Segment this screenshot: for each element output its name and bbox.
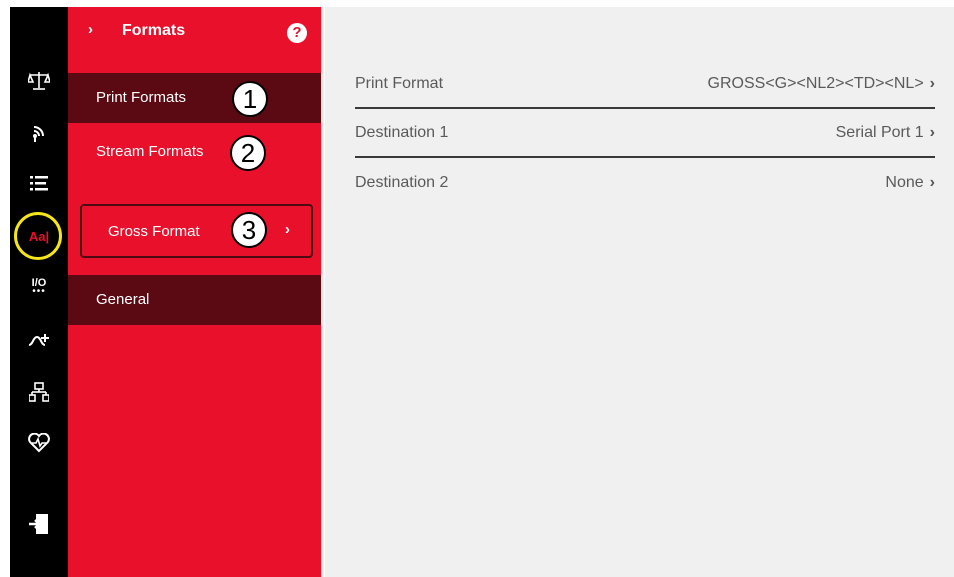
setting-value: GROSS<G><NL2><TD><NL> ›	[708, 75, 935, 93]
setting-row-print-format[interactable]: Print Format GROSS<G><NL2><TD><NL> ›	[355, 59, 935, 109]
scale-icon[interactable]	[10, 63, 68, 99]
callout-badge-3: 3	[231, 212, 267, 248]
callout-badge-1: 1	[232, 81, 268, 117]
menu-item-print-formats[interactable]: Print Formats	[68, 73, 321, 123]
menu-item-label: Gross Format	[108, 223, 200, 240]
io-icon[interactable]: I/O •••	[10, 269, 68, 305]
setting-value: Serial Port 1 ›	[836, 124, 935, 142]
setting-label: Print Format	[355, 75, 444, 92]
callout-badge-2: 2	[230, 135, 266, 171]
formats-icon[interactable]: Aa|	[10, 218, 68, 254]
app-window: Aa| I/O ••• › Formats ? Print Formats 1	[0, 0, 954, 577]
setting-label: Destination 2	[355, 174, 449, 191]
setting-label: Destination 1	[355, 124, 449, 141]
menu-item-label: General	[96, 291, 150, 308]
setting-row-destination-2[interactable]: Destination 2 None ›	[355, 158, 935, 208]
menu-item-label: Print Formats	[96, 89, 187, 106]
wireless-icon[interactable]	[10, 115, 68, 151]
setting-value: None ›	[885, 174, 935, 192]
menu-item-general[interactable]: General	[68, 275, 321, 325]
chevron-right-icon: ›	[929, 124, 935, 141]
setting-value-text: GROSS<G><NL2><TD><NL>	[707, 75, 924, 92]
network-icon[interactable]	[10, 374, 68, 410]
nav-rail: Aa| I/O •••	[10, 7, 68, 577]
menu-item-stream-formats[interactable]: Stream Formats	[68, 127, 321, 177]
panel-title: Formats	[122, 22, 186, 39]
help-icon[interactable]: ?	[287, 23, 307, 43]
menu-item-gross-format[interactable]: Gross Format ›	[80, 204, 313, 258]
logout-icon[interactable]	[10, 506, 68, 542]
menu-item-label: Stream Formats	[96, 143, 204, 160]
chevron-right-icon: ›	[929, 75, 935, 92]
io-dots: •••	[32, 286, 46, 297]
setting-value-text: Serial Port 1	[835, 124, 924, 141]
formats-glyph: Aa|	[28, 228, 50, 244]
chevron-right-icon: ›	[929, 174, 935, 191]
collapse-chevron-icon[interactable]: ›	[88, 21, 93, 38]
formats-panel: › Formats ? Print Formats 1 Stream Forma…	[68, 7, 321, 577]
setpoint-icon[interactable]	[10, 322, 68, 358]
diagnostics-icon[interactable]	[10, 425, 68, 461]
list-icon[interactable]	[10, 165, 68, 201]
chevron-right-icon: ›	[285, 221, 290, 238]
content-area: Print Format GROSS<G><NL2><TD><NL> › Dest…	[325, 7, 954, 577]
panel-header: › Formats ?	[68, 7, 321, 59]
setting-value-text: None	[885, 174, 924, 191]
setting-row-destination-1[interactable]: Destination 1 Serial Port 1 ›	[355, 108, 935, 158]
